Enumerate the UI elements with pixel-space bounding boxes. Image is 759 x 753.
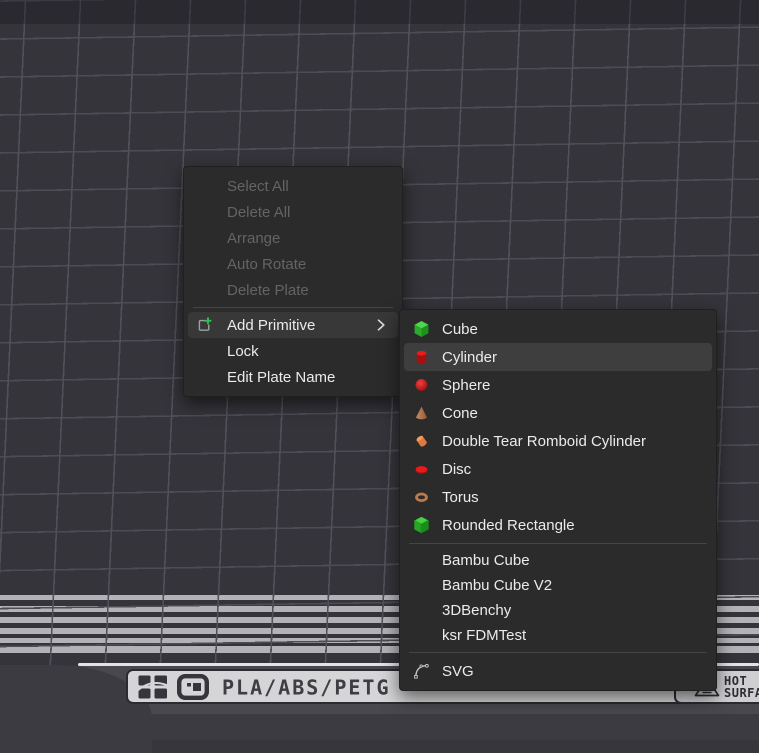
menu-item-label: SVG [442, 663, 474, 680]
menu-item-label: Bambu Cube V2 [442, 577, 552, 594]
menu-item-label: 3DBenchy [442, 602, 511, 619]
menu-item-label: Lock [227, 343, 259, 360]
menu-item-label: Double Tear Romboid Cylinder [442, 433, 646, 450]
menu-separator [193, 307, 393, 308]
bambu-logo-icon [138, 675, 168, 699]
menu-item-label: Bambu Cube [442, 552, 530, 569]
menu-item-label: ksr FDMTest [442, 627, 526, 644]
menu-item-sphere[interactable]: Sphere [404, 371, 712, 399]
hot-surface-line1: HOT [724, 675, 759, 687]
bambu-studio-viewport: { "colors": { "menu_bg": "#2b2b2b", "men… [0, 0, 759, 753]
menu-item-edit-plate-name[interactable]: Edit Plate Name [188, 364, 398, 390]
menu-item-cube[interactable]: Cube [404, 315, 712, 343]
menu-item-label: Add Primitive [227, 317, 315, 334]
menu-item-add-primitive[interactable]: Add Primitive [188, 312, 398, 338]
menu-item-auto-rotate: Auto Rotate [188, 251, 398, 277]
add-primitive-submenu: Cube Cylinder Sphere Cone Double Tear Romboi… [399, 309, 717, 691]
chevron-right-icon [376, 318, 386, 332]
menu-item-cylinder[interactable]: Cylinder [404, 343, 712, 371]
plate-context-menu: Select All Delete All Arrange Auto Rotate De… [183, 166, 403, 397]
hot-surface-line2: SURFACE [724, 687, 759, 699]
menu-item-label: Cylinder [442, 349, 497, 366]
menu-item-label: Select All [227, 178, 289, 195]
menu-separator [409, 543, 707, 544]
cube-icon [413, 321, 430, 338]
hot-surface-warning-text: HOT SURFACE [724, 675, 759, 699]
menu-item-svg[interactable]: SVG [404, 657, 712, 685]
menu-item-torus[interactable]: Torus [404, 483, 712, 511]
menu-item-disc[interactable]: Disc [404, 455, 712, 483]
menu-separator [409, 652, 707, 653]
menu-item-label: Cone [442, 405, 478, 422]
plate-material-label: PLA/ABS/PETG [222, 674, 391, 699]
menu-item-label: Edit Plate Name [227, 369, 335, 386]
menu-item-delete-plate: Delete Plate [188, 277, 398, 303]
menu-item-bambu-cube-v2[interactable]: Bambu Cube V2 [404, 573, 712, 598]
menu-item-select-all: Select All [188, 173, 398, 199]
plate-number-icon [177, 674, 209, 700]
menu-item-label: Cube [442, 321, 478, 338]
add-primitive-icon [195, 316, 213, 334]
disc-icon [413, 461, 430, 478]
menu-item-label: Sphere [442, 377, 490, 394]
menu-item-lock[interactable]: Lock [188, 338, 398, 364]
svg-curve-icon [413, 663, 430, 680]
menu-item-double-tear-romboid-cylinder[interactable]: Double Tear Romboid Cylinder [404, 427, 712, 455]
menu-item-arrange: Arrange [188, 225, 398, 251]
cylinder-icon [413, 349, 430, 366]
menu-item-3dbenchy[interactable]: 3DBenchy [404, 598, 712, 623]
menu-item-label: Delete Plate [227, 282, 309, 299]
menu-item-delete-all: Delete All [188, 199, 398, 225]
menu-item-label: Delete All [227, 204, 290, 221]
romboid-cylinder-icon [413, 433, 430, 450]
menu-item-label: Auto Rotate [227, 256, 306, 273]
menu-item-bambu-cube[interactable]: Bambu Cube [404, 548, 712, 573]
menu-item-ksr-fdmtest[interactable]: ksr FDMTest [404, 623, 712, 648]
menu-item-label: Disc [442, 461, 471, 478]
menu-item-label: Rounded Rectangle [442, 517, 575, 534]
menu-item-cone[interactable]: Cone [404, 399, 712, 427]
torus-icon [413, 489, 430, 506]
sphere-icon [413, 377, 430, 394]
rounded-rectangle-icon [413, 517, 430, 534]
menu-item-label: Arrange [227, 230, 280, 247]
menu-item-rounded-rectangle[interactable]: Rounded Rectangle [404, 511, 712, 539]
menu-item-label: Torus [442, 489, 479, 506]
plate-far-edge-shade [0, 0, 759, 24]
cone-icon [413, 405, 430, 422]
